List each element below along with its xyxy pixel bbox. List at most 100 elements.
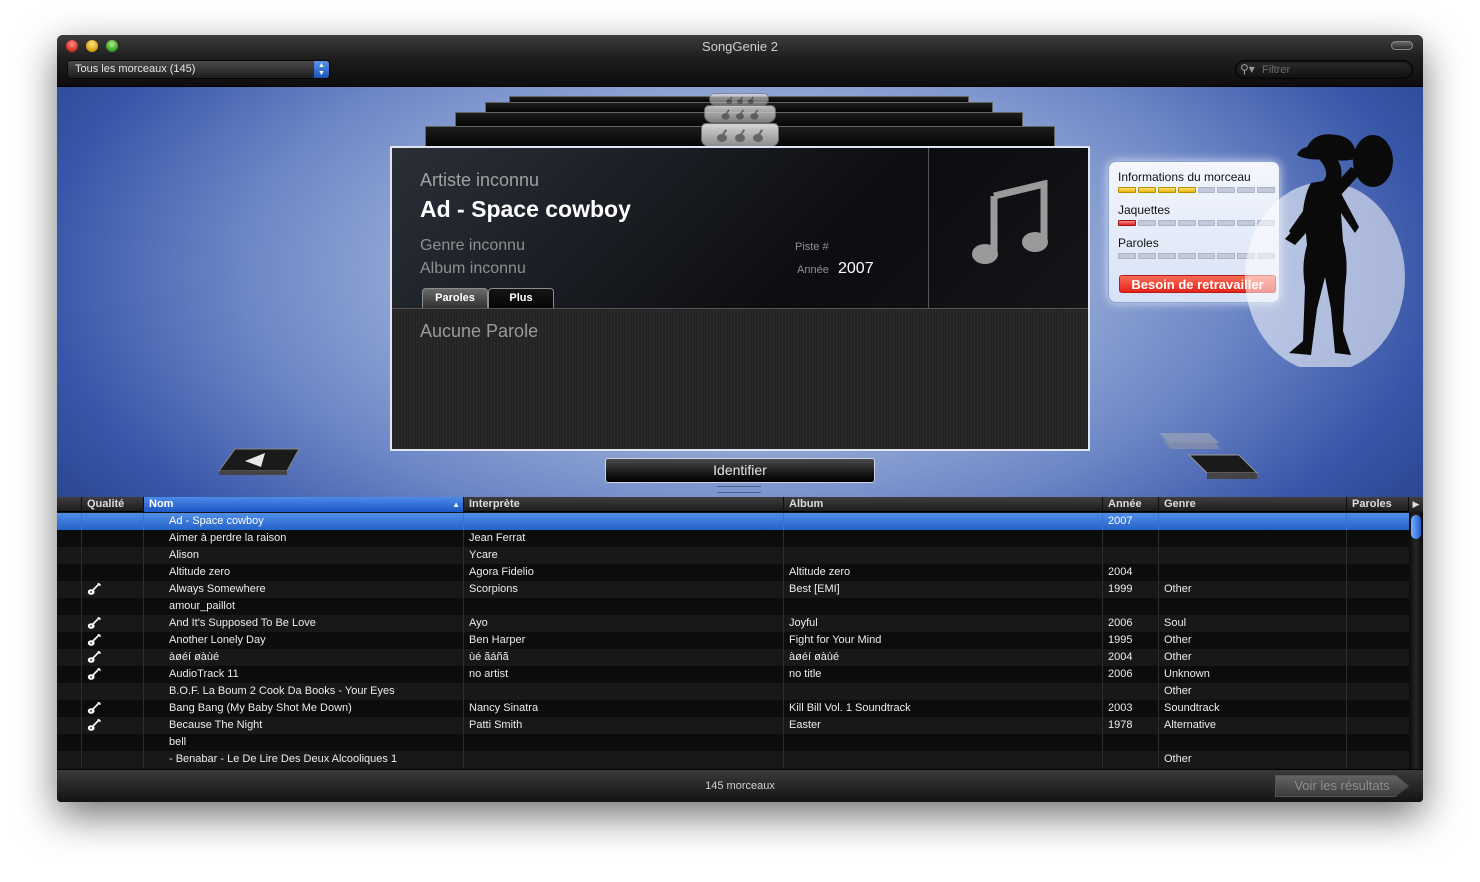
- artist-label[interactable]: Artiste inconnu: [420, 170, 539, 191]
- lyrics-area: Aucune Parole: [392, 309, 1088, 449]
- table-row[interactable]: Because The Night Patti Smith Easter 1978 Al…: [57, 717, 1409, 734]
- row-gutter: [57, 513, 82, 530]
- column-header-name-label: Nom: [149, 498, 174, 510]
- column-header-year[interactable]: Année: [1103, 497, 1159, 512]
- year-cell: 2004: [1103, 649, 1159, 666]
- table-row[interactable]: - Benabar - Le De Lire Des Deux Alcooliq…: [57, 751, 1409, 768]
- meter-segment: [1118, 253, 1136, 259]
- identify-button[interactable]: Identifier: [605, 458, 875, 483]
- meter-segment: [1217, 253, 1236, 259]
- artist-cell: [464, 513, 784, 530]
- songs-table: Qualité Nom ▲ Interprète Album Année Gen…: [57, 497, 1423, 769]
- meter-segment: [1197, 220, 1216, 226]
- table-row[interactable]: AudioTrack 11 no artist no title 2006 Unknow…: [57, 666, 1409, 683]
- guitar-icon: [87, 582, 102, 598]
- year-cell: 2007: [1103, 513, 1159, 530]
- artist-cell: [464, 598, 784, 615]
- column-header-name[interactable]: Nom ▲: [144, 497, 464, 512]
- quality-cell: [82, 513, 144, 530]
- quality-cell: [82, 734, 144, 751]
- status-bar: 145 morceaux Voir les résultats: [57, 769, 1423, 802]
- genre-cell: [1159, 547, 1347, 564]
- genre-cell: Unknown: [1159, 666, 1347, 683]
- artist-cell: Ycare: [464, 547, 784, 564]
- tab-plus[interactable]: Plus: [488, 288, 554, 308]
- genre-cell: [1159, 598, 1347, 615]
- meter-segment: [1177, 253, 1196, 259]
- artist-cell: [464, 751, 784, 768]
- song-title[interactable]: Ad - Space cowboy: [420, 196, 631, 223]
- name-cell: Bang Bang (My Baby Shot Me Down): [144, 700, 464, 717]
- name-cell: àøéí øàùé: [144, 649, 464, 666]
- table-body: Ad - Space cowboy 2007 Aimer à perdre la r…: [57, 513, 1409, 768]
- row-gutter: [57, 598, 82, 615]
- guitar-icon: [87, 616, 102, 632]
- source-select-value: Tous les morceaux (145): [75, 63, 196, 75]
- year-label: Année: [797, 264, 829, 276]
- name-cell: Altitude zero: [144, 564, 464, 581]
- album-cell: Easter: [784, 717, 1103, 734]
- table-row[interactable]: Ad - Space cowboy 2007: [57, 513, 1409, 530]
- filter-field[interactable]: ⚲▾: [1235, 60, 1413, 79]
- album-cell: [784, 530, 1103, 547]
- table-row[interactable]: And It's Supposed To Be Love Ayo Joyful 200…: [57, 615, 1409, 632]
- album-cell: àøéí øàùé: [784, 649, 1103, 666]
- vertical-scrollbar[interactable]: [1409, 513, 1423, 769]
- genre-cell: Soul: [1159, 615, 1347, 632]
- view-results-button[interactable]: Voir les résultats: [1275, 775, 1409, 797]
- column-header-quality[interactable]: Qualité: [82, 497, 144, 512]
- table-row[interactable]: Bang Bang (My Baby Shot Me Down) Nancy Si…: [57, 700, 1409, 717]
- column-header-genre[interactable]: Genre: [1159, 497, 1347, 512]
- row-gutter: [57, 547, 82, 564]
- genre-cell: Other: [1159, 649, 1347, 666]
- guitar-icon: [87, 718, 102, 734]
- tab-paroles[interactable]: Paroles: [422, 288, 488, 308]
- scrollbar-thumb[interactable]: [1411, 515, 1421, 539]
- cowgirl-silhouette-icon: [1245, 134, 1405, 367]
- lyrics-cell: [1347, 632, 1409, 649]
- table-row[interactable]: B.O.F. La Boum 2 Cook Da Books - Your Ey…: [57, 683, 1409, 700]
- toolbar-toggle-button[interactable]: [1391, 41, 1413, 50]
- quality-cell: [82, 581, 144, 598]
- lyrics-cell: [1347, 700, 1409, 717]
- artist-cell: [464, 734, 784, 751]
- table-row[interactable]: Another Lonely Day Ben Harper Fight for Yo…: [57, 632, 1409, 649]
- album-cell: [784, 598, 1103, 615]
- quality-cell: [82, 751, 144, 768]
- filter-input[interactable]: [1262, 62, 1402, 77]
- next-song-icon[interactable]: [1157, 427, 1262, 487]
- column-header-lyrics[interactable]: Paroles: [1347, 497, 1409, 512]
- previous-song-icon[interactable]: [217, 447, 302, 477]
- source-select[interactable]: Tous les morceaux (145) ▲ ▼: [67, 60, 330, 79]
- row-gutter: [57, 530, 82, 547]
- genre-cell: [1159, 564, 1347, 581]
- table-row[interactable]: amour_paillot: [57, 598, 1409, 615]
- lyrics-cell: [1347, 717, 1409, 734]
- table-row[interactable]: Aimer à perdre la raison Jean Ferrat: [57, 530, 1409, 547]
- splitter-handle[interactable]: [717, 486, 761, 493]
- guitar-icon: [87, 701, 102, 717]
- table-row[interactable]: bell: [57, 734, 1409, 751]
- name-cell: Always Somewhere: [144, 581, 464, 598]
- guitar-icon: [87, 667, 102, 683]
- artist-cell: Scorpions: [464, 581, 784, 598]
- album-label[interactable]: Album inconnu: [420, 260, 526, 278]
- year-cell: 2006: [1103, 666, 1159, 683]
- column-header-artist[interactable]: Interprète: [464, 497, 784, 512]
- column-header-album[interactable]: Album: [784, 497, 1103, 512]
- album-cell: [784, 683, 1103, 700]
- search-icon: ⚲▾: [1240, 62, 1255, 76]
- genre-cell: [1159, 513, 1347, 530]
- table-row[interactable]: àøéí øàùé ùé ãáñã àøéí øàùé 2004 Other: [57, 649, 1409, 666]
- year-value[interactable]: 2007: [838, 260, 874, 278]
- name-cell: bell: [144, 734, 464, 751]
- table-row[interactable]: Alison Ycare: [57, 547, 1409, 564]
- table-row[interactable]: Altitude zero Agora Fidelio Altitude zero 2…: [57, 564, 1409, 581]
- year-cell: 2006: [1103, 615, 1159, 632]
- year-cell: 1978: [1103, 717, 1159, 734]
- column-overflow-icon[interactable]: ▶: [1409, 497, 1423, 512]
- year-cell: 1995: [1103, 632, 1159, 649]
- window-title: SongGenie 2: [702, 39, 778, 54]
- genre-label[interactable]: Genre inconnu: [420, 237, 525, 255]
- table-row[interactable]: Always Somewhere Scorpions Best [EMI] 1999 O…: [57, 581, 1409, 598]
